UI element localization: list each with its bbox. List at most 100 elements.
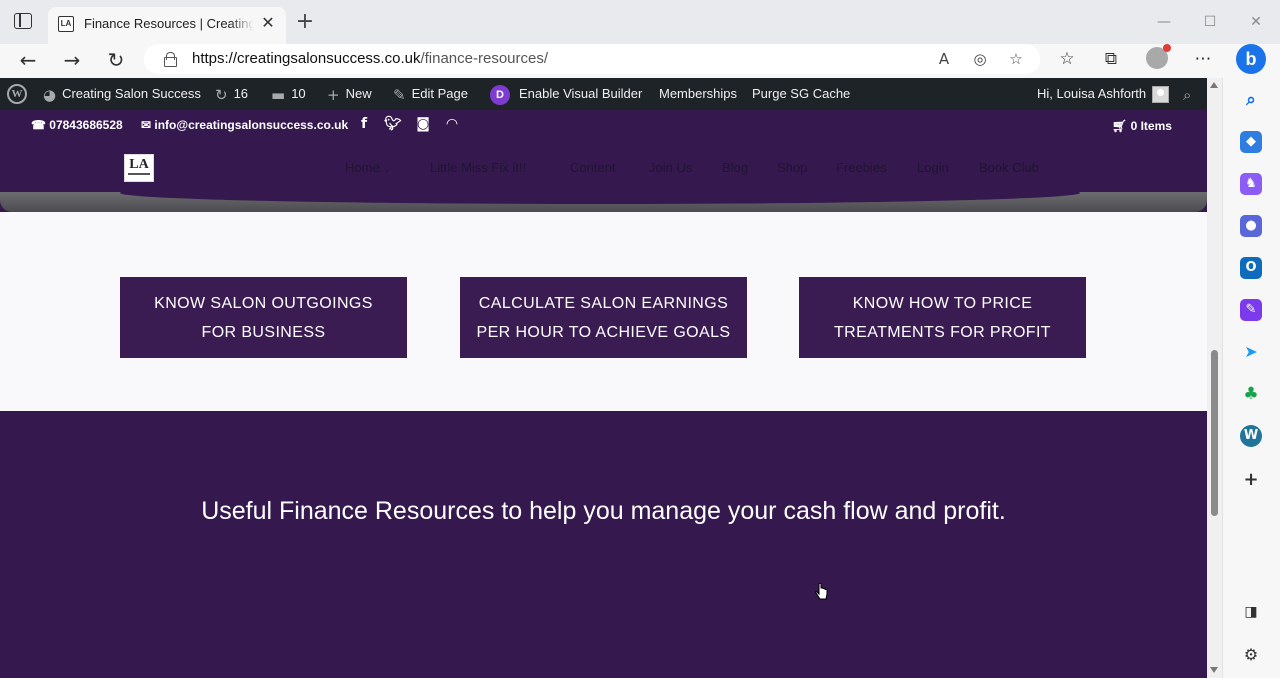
admin-search-icon[interactable]: ⌕ [1183, 78, 1191, 110]
admin-purge-cache[interactable]: Purge SG Cache [752, 78, 850, 110]
facebook-icon[interactable]: f [355, 115, 373, 133]
logo-underline [128, 173, 150, 175]
cart-icon: 🛒︎ [1112, 119, 1128, 133]
url-text[interactable]: https://creatingsalonsuccess.co.uk/finan… [192, 50, 548, 67]
admin-site-name[interactable]: ◕ Creating Salon Success [43, 78, 201, 110]
admin-edit-page[interactable]: ✎ Edit Page [393, 78, 468, 110]
admin-greeting: Hi, Louisa Ashforth [1037, 86, 1147, 101]
browser-tab-bar: LA Finance Resources | Creating Salon Su… [0, 0, 1280, 44]
shopping-tag-icon[interactable]: ◆ [1240, 131, 1262, 153]
admin-comments[interactable]: ▬ 10 [271, 78, 306, 110]
outgoings-button-label: KNOW SALON OUTGOINGS FOR BUSINESS [154, 294, 373, 341]
collections-icon[interactable]: ⧉ [1098, 46, 1124, 72]
window-close-icon[interactable]: ✕ [1246, 12, 1266, 32]
designer-icon[interactable]: ✎ [1240, 299, 1262, 321]
url-path: /finance-resources/ [420, 50, 549, 67]
edit-page-label: Edit Page [411, 86, 468, 101]
outlook-icon[interactable]: O [1240, 257, 1262, 279]
logo-text: LA [129, 157, 149, 172]
comments-count: 10 [291, 86, 306, 101]
new-label: New [345, 86, 372, 101]
admin-new[interactable]: + New [327, 78, 372, 110]
admin-visual-builder[interactable]: D Enable Visual Builder [490, 78, 642, 110]
wordpress-icon[interactable]: W [1240, 425, 1262, 447]
menu-item-label: Home [345, 160, 380, 175]
menu-item-freebies[interactable]: Freebies [836, 160, 887, 175]
menu-item-blog[interactable]: Blog [722, 160, 748, 175]
pencil-icon: ✎ [393, 85, 406, 104]
read-aloud-icon[interactable]: A [933, 49, 955, 69]
admin-account[interactable]: Hi, Louisa Ashforth [1037, 78, 1170, 110]
refresh-icon[interactable]: ↻ [101, 46, 131, 74]
site-logo[interactable]: LA [124, 154, 154, 182]
menu-item-join-us[interactable]: Join Us [649, 160, 692, 175]
admin-site-name-label: Creating Salon Success [62, 86, 201, 101]
email-address: info@creatingsalonsuccess.co.uk [154, 118, 349, 132]
search-icon[interactable]: ⌕ [1240, 89, 1262, 111]
phone-number: 07843686528 [49, 118, 123, 132]
rss-icon[interactable]: ◠ [443, 115, 461, 133]
pricing-button-label: KNOW HOW TO PRICE TREATMENTS FOR PROFIT [834, 294, 1051, 341]
header-cart[interactable]: 🛒︎ 0 Items [1112, 119, 1172, 133]
games-icon[interactable]: ♞ [1240, 173, 1262, 195]
browser-toolbar: ← → ↻ https://creatingsalonsuccess.co.uk… [0, 44, 1280, 78]
forward-icon[interactable]: → [57, 46, 87, 74]
divi-icon: D [490, 84, 510, 105]
profile-avatar[interactable] [1146, 44, 1171, 69]
visual-builder-label: Enable Visual Builder [519, 86, 643, 101]
updates-count: 16 [233, 86, 249, 101]
back-icon[interactable]: ← [13, 46, 43, 74]
menu-item-shop[interactable]: Shop [777, 160, 807, 175]
admin-memberships[interactable]: Memberships [659, 78, 737, 110]
menu-item-home[interactable]: Home ⌄ [345, 160, 391, 175]
tracking-prevention-icon[interactable]: ◎ [969, 49, 991, 69]
pricing-button[interactable]: KNOW HOW TO PRICE TREATMENTS FOR PROFIT [799, 277, 1086, 358]
tree-icon[interactable]: ♣ [1240, 383, 1262, 405]
menu-item-login[interactable]: Login [917, 160, 949, 175]
sidebar-toggle-icon[interactable]: ◨ [1240, 601, 1262, 623]
plus-icon: + [327, 85, 340, 104]
page-scrollbar[interactable] [1207, 78, 1222, 678]
bing-copilot-icon[interactable]: b [1236, 44, 1266, 74]
address-bar[interactable]: https://creatingsalonsuccess.co.uk/finan… [144, 44, 1040, 74]
page-viewport: W ◕ Creating Salon Success ↻ 16 ▬ 10 + New ✎… [0, 78, 1207, 678]
admin-updates[interactable]: ↻ 16 [215, 78, 248, 110]
add-sidebar-app-icon[interactable]: + [1240, 469, 1262, 491]
outgoings-button[interactable]: KNOW SALON OUTGOINGS FOR BUSINESS [120, 277, 407, 358]
menu-item-little-miss-fix-it[interactable]: Little Miss Fix it!! [430, 160, 526, 175]
dashboard-icon: ◕ [43, 85, 57, 104]
maximize-icon[interactable]: ☐ [1200, 12, 1220, 32]
settings-gear-icon[interactable]: ⚙ [1240, 644, 1262, 666]
lock-icon[interactable] [164, 52, 177, 67]
favorites-icon[interactable]: ☆ [1054, 46, 1080, 72]
header-email[interactable]: ✉ info@creatingsalonsuccess.co.uk [141, 118, 348, 132]
minimize-icon[interactable]: — [1154, 12, 1174, 32]
wordpress-logo-icon[interactable]: W [7, 84, 27, 104]
tab-close-icon[interactable]: ✕ [258, 13, 278, 33]
browser-tab-active[interactable]: LA Finance Resources | Creating Salon Su… [48, 7, 286, 44]
send-icon[interactable]: ➤ [1240, 341, 1262, 363]
earnings-button[interactable]: CALCULATE SALON EARNINGS PER HOUR TO ACH… [460, 277, 747, 358]
comment-icon: ▬ [271, 85, 286, 104]
header-divider [0, 182, 1207, 212]
more-menu-icon[interactable]: ⋯ [1190, 46, 1216, 72]
edge-sidebar: ⌕ ◆ ♞ ● O ✎ ➤ ♣ W + ◨ ⚙ [1222, 78, 1280, 678]
favorite-add-icon[interactable]: ☆ [1005, 49, 1027, 69]
site-header: ☎ 07843686528 ✉ info@creatingsalonsucces… [0, 110, 1207, 212]
copilot-icon[interactable]: ● [1240, 215, 1262, 237]
scroll-down-icon[interactable] [1210, 667, 1218, 673]
twitter-icon[interactable]: 🐦︎ [384, 115, 402, 133]
menu-item-book-club[interactable]: Book Club [979, 160, 1039, 175]
scrollbar-thumb[interactable] [1211, 350, 1218, 516]
scroll-up-icon[interactable] [1210, 82, 1218, 88]
header-phone[interactable]: ☎ 07843686528 [31, 118, 123, 132]
instagram-icon[interactable]: ◙ [414, 115, 432, 133]
chevron-down-icon: ⌄ [383, 164, 391, 174]
hand-cursor-icon [815, 583, 828, 600]
cart-label: 0 Items [1130, 119, 1172, 133]
tab-actions-icon[interactable] [14, 13, 32, 29]
new-tab-icon[interactable]: + [294, 11, 316, 33]
tab-favicon-icon: LA [58, 16, 74, 32]
menu-item-content[interactable]: Content [570, 160, 616, 175]
url-host: https://creatingsalonsuccess.co.uk [192, 50, 421, 67]
